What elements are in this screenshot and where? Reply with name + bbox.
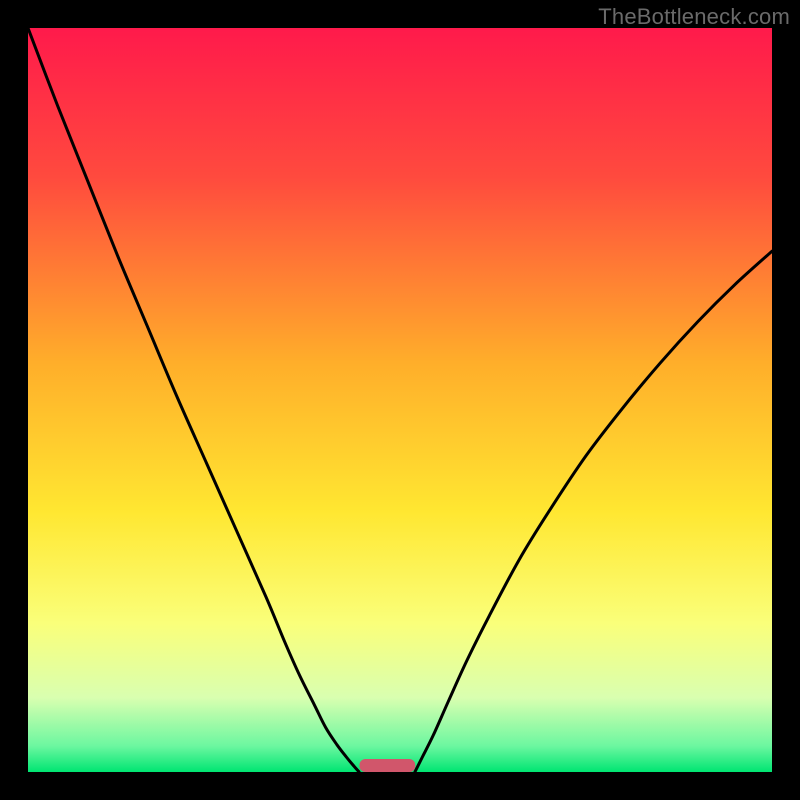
watermark-text: TheBottleneck.com [598, 4, 790, 30]
bottleneck-chart [28, 28, 772, 772]
trough-marker [359, 759, 415, 772]
chart-frame: TheBottleneck.com [0, 0, 800, 800]
gradient-background [28, 28, 772, 772]
